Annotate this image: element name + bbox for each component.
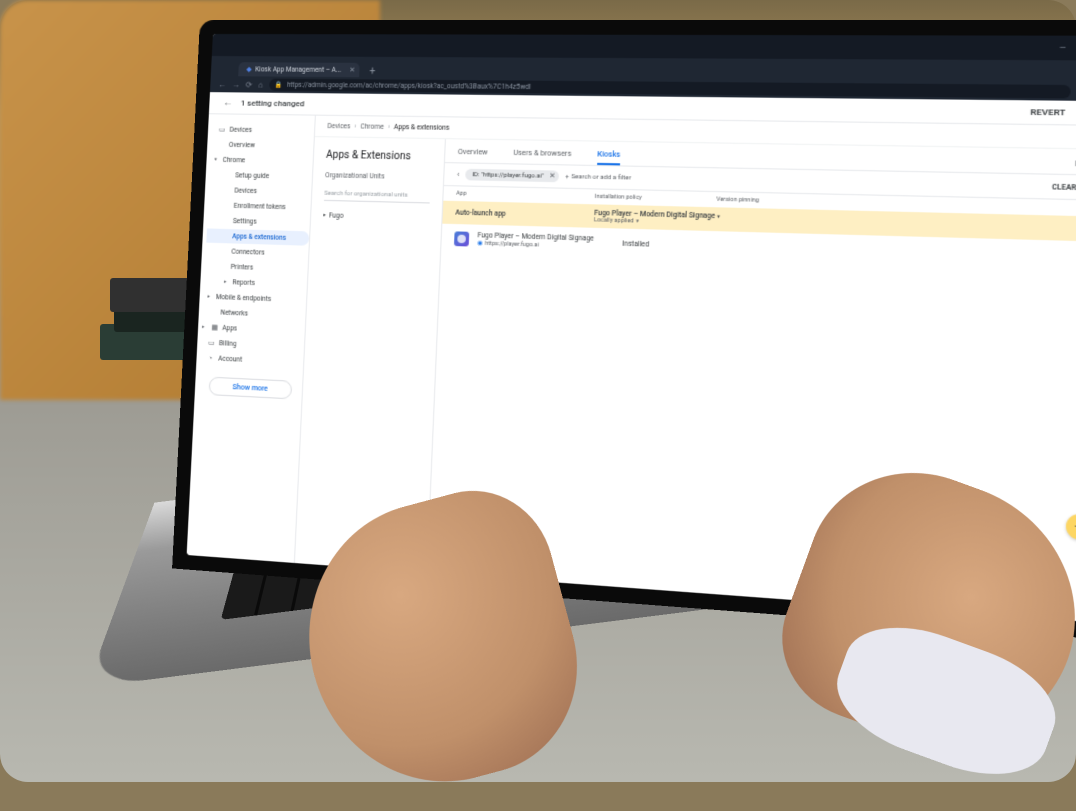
chevron-right-icon: ▸ <box>224 279 227 285</box>
back-arrow-icon[interactable]: ← <box>223 97 233 108</box>
chip-close-icon[interactable]: ✕ <box>549 171 556 180</box>
org-unit-item[interactable]: ▸ Fugo <box>323 211 429 222</box>
window-minimize-icon[interactable]: — <box>1059 43 1071 52</box>
browser-chrome: — ▢ ✕ ◆ Kiosk App Management – A... ✕ + <box>210 34 1076 101</box>
sidebar-item-enrollment[interactable]: Enrollment tokens <box>208 198 311 215</box>
header-app: App <box>456 191 595 201</box>
new-tab-button[interactable]: + <box>363 66 382 77</box>
sidebar-label: Apps <box>222 324 237 333</box>
plus-icon: + <box>565 173 569 180</box>
globe-icon: ◉ <box>477 239 483 247</box>
chevron-right-icon: › <box>354 122 356 130</box>
breadcrumb-chrome[interactable]: Chrome <box>360 122 384 131</box>
auto-launch-label: Auto-launch app <box>455 208 594 220</box>
header-policy: Installation policy <box>595 194 717 203</box>
filter-back-icon[interactable]: ‹ <box>457 170 460 179</box>
sidebar-label: Billing <box>219 339 237 348</box>
tab-overview[interactable]: Overview <box>457 144 488 163</box>
sidebar-item-overview[interactable]: Overview <box>211 137 314 153</box>
chevron-down-icon: ▾ <box>214 157 217 163</box>
account-icon: ◔ <box>206 354 214 363</box>
chevron-right-icon: ▸ <box>202 324 205 330</box>
filter-chip[interactable]: ID: "https://player.fugo.ai" ✕ <box>466 169 560 182</box>
chevron-right-icon: ▸ <box>323 212 326 218</box>
sidebar-label: Devices <box>229 126 252 134</box>
chevron-right-icon: ▸ <box>207 294 210 300</box>
breadcrumb-current: Apps & extensions <box>394 123 450 132</box>
clear-filters-button[interactable]: CLEAR FILTERS <box>1052 182 1076 192</box>
app-icon <box>454 231 469 246</box>
url-text: https://admin.google.com/ac/chrome/apps/… <box>287 81 531 91</box>
chevron-right-icon: › <box>388 123 390 131</box>
sidebar-label: Mobile & endpoints <box>216 293 272 303</box>
page-title: Apps & Extensions <box>326 150 432 163</box>
tab-title: Kiosk App Management – A... <box>255 65 341 74</box>
sidebar-label: Account <box>218 354 242 363</box>
sidebar-item-setup-guide[interactable]: Setup guide <box>209 168 312 184</box>
tab-favicon-icon: ◆ <box>246 65 251 73</box>
tab-close-icon[interactable]: ✕ <box>349 66 355 74</box>
org-unit-label: Fugo <box>329 211 344 220</box>
add-filter-label: Search or add a filter <box>571 173 631 182</box>
devices-icon: ▭ <box>218 125 226 133</box>
tab-kiosks[interactable]: Kiosks <box>597 146 621 166</box>
show-more-button[interactable]: Show more <box>209 377 293 400</box>
chevron-down-icon[interactable]: ▾ <box>636 218 639 225</box>
tab-users-browsers[interactable]: Users & browsers <box>513 144 572 164</box>
sidebar: ▭ Devices Overview ▾ Chrome Setup guide … <box>187 114 316 563</box>
nav-back-icon[interactable]: ← <box>218 80 226 89</box>
sidebar-item-settings[interactable]: Settings <box>207 213 310 230</box>
sidebar-label: Reports <box>232 278 255 287</box>
breadcrumb-devices[interactable]: Devices <box>327 122 350 131</box>
nav-refresh-icon[interactable]: ⟳ <box>245 80 252 89</box>
add-filter-input[interactable]: + Search or add a filter <box>565 173 631 182</box>
sidebar-item-chrome[interactable]: ▾ Chrome <box>210 153 313 169</box>
sidebar-item-devices-sub[interactable]: Devices <box>209 183 312 200</box>
app-status: Installed <box>622 239 649 248</box>
sidebar-item-devices[interactable]: ▭ Devices <box>212 122 315 138</box>
sidebar-label: Chrome <box>223 156 246 165</box>
settings-changed-label: 1 setting changed <box>241 98 305 108</box>
org-units-heading: Organizational Units <box>325 171 431 182</box>
filter-chip-label: ID: "https://player.fugo.ai" <box>472 171 544 180</box>
billing-icon: ▭ <box>207 339 215 348</box>
lock-icon: 🔒 <box>275 81 283 89</box>
browser-tab[interactable]: ◆ Kiosk App Management – A... ✕ <box>238 62 360 77</box>
nav-home-icon[interactable]: ⌂ <box>258 80 263 89</box>
org-units-search[interactable]: Search for organizational units <box>324 190 430 204</box>
apps-icon: ▦ <box>210 323 218 332</box>
revert-button[interactable]: REVERT <box>1030 107 1066 118</box>
nav-forward-icon[interactable]: → <box>232 80 240 89</box>
